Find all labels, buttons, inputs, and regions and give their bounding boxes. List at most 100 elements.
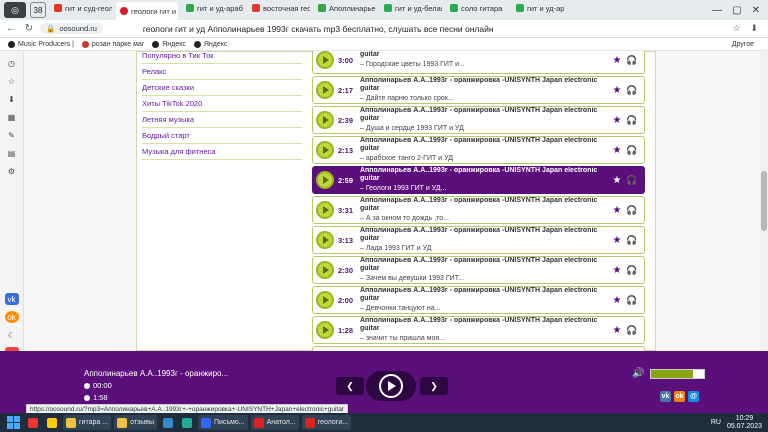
browser-tab[interactable]: восточная геол	[248, 0, 310, 16]
bookmark-music-producers[interactable]: Music Producers |	[8, 40, 74, 48]
track-row[interactable]: 3:00 guitar – Городские цветы 1993 ГИТ и..…	[312, 51, 645, 74]
maximize-icon[interactable]: ▢	[732, 5, 741, 16]
moon-icon[interactable]: ☾	[5, 329, 19, 341]
favorite-star-icon[interactable]: ★	[610, 295, 624, 306]
track-row[interactable]: 2:59 Апполинарьев А.А..1993г - оранжировк…	[312, 166, 645, 194]
favorite-star-icon[interactable]: ★	[610, 325, 624, 336]
browser-menu-icon[interactable]: ◎	[4, 2, 26, 18]
taskbar-geologi[interactable]: геологи...	[301, 415, 352, 430]
vk-share-icon[interactable]: vk	[660, 391, 671, 402]
page-scrollbar[interactable]	[760, 51, 768, 351]
favorite-star-icon[interactable]: ★	[610, 55, 624, 66]
genre-menu-item[interactable]: Хиты TikTok 2020	[142, 96, 302, 112]
vk-icon[interactable]: vk	[4, 293, 19, 305]
genre-menu-item[interactable]: Летняя музыка	[142, 112, 302, 128]
next-button[interactable]: ❯	[420, 377, 448, 395]
volume-icon[interactable]: 🔊	[632, 368, 644, 379]
play-icon[interactable]	[316, 81, 334, 99]
headphones-icon[interactable]: 🎧	[624, 205, 640, 216]
bookmark-yandex-2[interactable]: Яндекс	[193, 40, 227, 48]
headphones-icon[interactable]: 🎧	[624, 295, 640, 306]
favorite-star-icon[interactable]: ★	[610, 235, 624, 246]
favorite-star-icon[interactable]: ★	[610, 85, 624, 96]
genre-menu-item[interactable]: Бодрый старт	[142, 128, 302, 144]
bookmark-icon[interactable]: ☆	[732, 23, 740, 34]
headphones-icon[interactable]: 🎧	[624, 235, 640, 246]
browser-tab[interactable]: гит и уд-ар	[512, 0, 574, 16]
favorite-star-icon[interactable]: ★	[610, 205, 624, 216]
play-icon[interactable]	[316, 201, 334, 219]
taskbar-music[interactable]	[44, 415, 60, 430]
favorite-star-icon[interactable]: ★	[610, 115, 624, 126]
grid-icon[interactable]: ▤	[5, 147, 19, 159]
scrollbar-thumb[interactable]	[761, 171, 767, 231]
play-icon[interactable]	[316, 111, 334, 129]
tab-counter[interactable]: 38	[30, 2, 46, 18]
settings-icon[interactable]: ⚙	[5, 165, 19, 177]
taskbar-folder-reviews[interactable]: отзывы	[114, 415, 157, 430]
genre-menu-item[interactable]: Релакс	[142, 64, 302, 80]
browser-tab[interactable]: гит и уд-белая	[380, 0, 442, 16]
close-icon[interactable]: ✕	[752, 5, 760, 16]
genre-menu-item[interactable]: Популярно в Тик Ток	[142, 51, 302, 64]
track-row[interactable]: 2:30 Апполинарьев А.А..1993г - оранжировк…	[312, 256, 645, 284]
play-icon[interactable]	[316, 141, 334, 159]
headphones-icon[interactable]: 🎧	[624, 145, 640, 156]
odnoklassniki-icon[interactable]: ok	[4, 311, 19, 323]
track-row[interactable]: 2:17 Апполинарьев А.А..1993г - оранжировк…	[312, 76, 645, 104]
taskbar-yandex[interactable]	[25, 415, 41, 430]
headphones-icon[interactable]: 🎧	[624, 175, 640, 186]
headphones-icon[interactable]: 🎧	[624, 265, 640, 276]
taskbar-store[interactable]	[160, 415, 176, 430]
track-row[interactable]: 2:39 Апполинарьев А.А..1993г - оранжировк…	[312, 106, 645, 134]
play-icon[interactable]	[316, 291, 334, 309]
other-bookmarks[interactable]: Другое	[732, 41, 768, 48]
play-icon[interactable]	[316, 261, 334, 279]
notes-icon[interactable]: ✎	[5, 129, 19, 141]
bookmark-yandex-1[interactable]: Яндекс	[152, 40, 186, 48]
taskbar-anatol[interactable]: Анатол...	[250, 415, 299, 430]
headphones-icon[interactable]: 🎧	[624, 55, 640, 66]
url-field[interactable]: 🔒 oosound.ru	[40, 23, 103, 34]
downloads-icon[interactable]: ⬇	[5, 93, 19, 105]
volume-slider[interactable]	[650, 369, 705, 379]
track-row[interactable]: 3:31 Апполинарьев А.А..1993г - оранжировк…	[312, 196, 645, 224]
browser-tab[interactable]: соло гитара	[446, 0, 508, 16]
history-icon[interactable]: ◷	[5, 57, 19, 69]
favorite-star-icon[interactable]: ★	[610, 175, 624, 186]
track-row[interactable]: 2:00 Апполинарьев А.А..1993г - оранжировк…	[312, 286, 645, 314]
track-row[interactable]: 1:28 Апполинарьев А.А..1993г - оранжировк…	[312, 316, 645, 344]
browser-tab[interactable]: Аполлинарьев	[314, 0, 376, 16]
favorite-star-icon[interactable]: ★	[610, 145, 624, 156]
browser-tab[interactable]: геологи гит и уд	[116, 2, 178, 20]
play-icon[interactable]	[316, 231, 334, 249]
play-button[interactable]	[366, 371, 416, 401]
minimize-icon[interactable]: —	[712, 5, 722, 16]
back-icon[interactable]: ←	[4, 22, 18, 36]
track-row[interactable]: 2:13 Апполинарьев А.А..1993г - оранжировк…	[312, 136, 645, 164]
favorite-star-icon[interactable]: ★	[610, 265, 624, 276]
language-indicator[interactable]: RU	[711, 419, 721, 426]
windows-start-icon[interactable]	[4, 416, 22, 430]
taskbar-edge[interactable]	[179, 415, 195, 430]
ok-share-icon[interactable]: ok	[674, 391, 685, 402]
play-icon[interactable]	[316, 171, 334, 189]
download-icon[interactable]: ⬇	[750, 23, 758, 34]
browser-tab[interactable]: гит и уд-араб	[182, 0, 244, 16]
headphones-icon[interactable]: 🎧	[624, 325, 640, 336]
track-row[interactable]: 3:13 Апполинарьев А.А..1993г - оранжировк…	[312, 226, 645, 254]
bookmark-rozan[interactable]: розан парке маг	[81, 40, 144, 48]
genre-menu-item[interactable]: Детские сказки	[142, 80, 302, 96]
calculator-icon[interactable]: ▦	[5, 111, 19, 123]
reload-icon[interactable]: ↻	[22, 22, 36, 36]
play-icon[interactable]	[316, 51, 334, 69]
bookmarks-icon[interactable]: ☆	[5, 75, 19, 87]
mailru-share-icon[interactable]: @	[688, 391, 699, 402]
genre-menu-item[interactable]: Музыка для фитнеса	[142, 144, 302, 160]
browser-tab[interactable]: гит и суд-геол	[50, 0, 112, 16]
taskbar-mail[interactable]: Письмо...	[198, 415, 248, 430]
headphones-icon[interactable]: 🎧	[624, 85, 640, 96]
taskbar-folder-guitar[interactable]: гитара ...	[63, 415, 112, 430]
clock[interactable]: 10:29 05.07.2023	[727, 415, 762, 431]
headphones-icon[interactable]: 🎧	[624, 115, 640, 126]
